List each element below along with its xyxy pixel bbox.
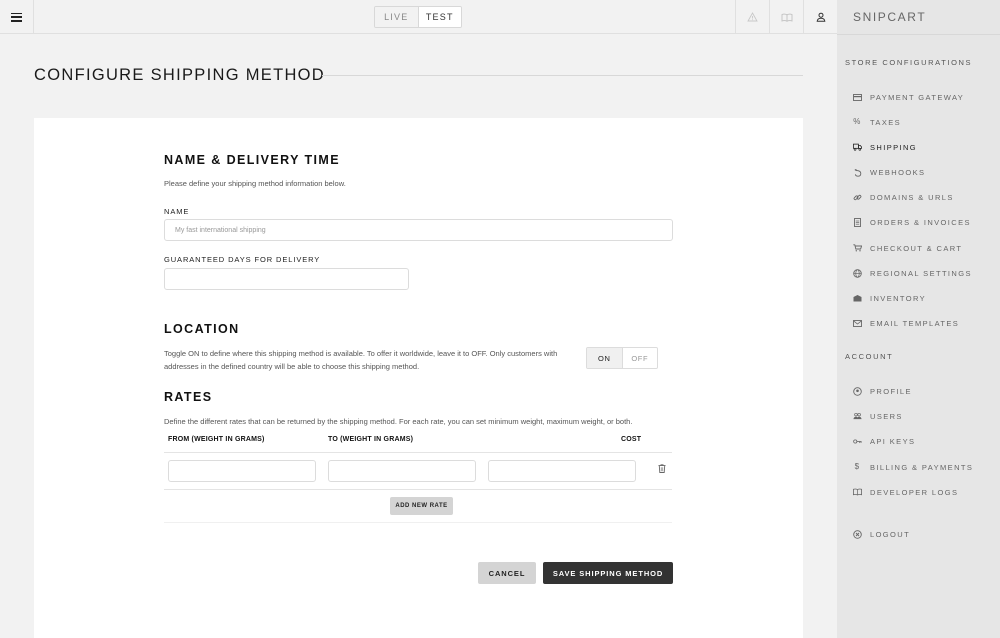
sidebar-item-orders-invoices[interactable]: ORDERS & INVOICES [853,216,971,228]
menu-button[interactable] [0,0,34,34]
sidebar-item-label: PAYMENT GATEWAY [870,92,965,102]
store-configurations-heading: STORE CONFIGURATIONS [845,58,973,67]
profile-icon [853,386,862,396]
warning-icon [747,12,758,22]
sidebar-item-label: DOMAINS & URLS [870,192,954,202]
sidebar-item-label: API KEYS [870,436,916,446]
sidebar-item-label: TAXES [870,117,902,127]
brand-name: SNIPCART [853,10,927,24]
sidebar-item-label: CHECKOUT & CART [870,243,963,253]
account-button[interactable] [803,0,837,34]
sidebar-item-label: REGIONAL SETTINGS [870,268,972,278]
sidebar-item-users[interactable]: USERS [853,410,903,422]
sidebar-item-developer-logs[interactable]: DEVELOPER LOGS [853,486,958,498]
top-icon-group [735,0,837,34]
account-heading: ACCOUNT [845,352,894,361]
live-test-toggle: LIVE TEST [374,6,462,28]
logout-icon [853,529,862,539]
sidebar-item-taxes[interactable]: % TAXES [853,116,901,128]
sidebar-item-billing-payments[interactable]: $ BILLING & PAYMENTS [853,461,973,473]
brand-divider [837,34,1000,35]
sidebar-item-label: BILLING & PAYMENTS [870,462,974,472]
inventory-icon [853,294,862,303]
sidebar-item-label: DEVELOPER LOGS [870,487,959,497]
sidebar-item-label: LOGOUT [870,529,911,539]
sidebar-item-shipping[interactable]: SHIPPING [853,141,917,153]
envelope-icon [853,319,862,328]
credit-card-icon [853,93,862,102]
user-icon [816,12,825,22]
form-actions: CANCEL SAVE SHIPPING METHOD [164,118,673,588]
cart-icon [853,244,862,253]
book-icon [781,13,792,22]
sidebar-item-api-keys[interactable]: API KEYS [853,435,915,447]
sidebar: SNIPCART STORE CONFIGURATIONS PAYMENT GA… [837,0,1000,638]
sidebar-item-payment-gateway[interactable]: PAYMENT GATEWAY [853,91,964,103]
sidebar-item-domains-urls[interactable]: DOMAINS & URLS [853,191,954,203]
sidebar-item-label: USERS [870,411,903,421]
cancel-button[interactable]: CANCEL [478,562,536,584]
sidebar-item-checkout-cart[interactable]: CHECKOUT & CART [853,242,962,254]
sidebar-item-regional-settings[interactable]: REGIONAL SETTINGS [853,267,972,279]
dollar-icon: $ [854,462,861,471]
users-icon [853,412,862,421]
invoice-icon [853,217,862,227]
sidebar-item-label: WEBHOOKS [870,167,926,177]
sidebar-item-email-templates[interactable]: EMAIL TEMPLATES [853,317,959,329]
sidebar-item-label: PROFILE [870,386,912,396]
test-mode-option[interactable]: TEST [417,7,461,27]
live-mode-option[interactable]: LIVE [375,7,418,27]
hamburger-icon [11,12,22,22]
hook-icon [853,168,862,177]
sidebar-item-profile[interactable]: PROFILE [853,385,912,397]
truck-icon [853,143,862,152]
link-icon [853,193,862,202]
docs-button[interactable] [769,0,803,34]
sidebar-item-label: ORDERS & INVOICES [870,217,971,227]
sidebar-item-logout[interactable]: LOGOUT [853,528,910,540]
page-title: CONFIGURE SHIPPING METHOD [34,66,326,84]
title-divider [322,75,803,76]
globe-icon [853,268,862,278]
key-icon [853,437,862,446]
sidebar-item-inventory[interactable]: INVENTORY [853,292,926,304]
shipping-form-card: NAME & DELIVERY TIME Please define your … [34,118,803,638]
book-icon [853,488,862,497]
sidebar-item-label: INVENTORY [870,293,927,303]
sidebar-item-label: SHIPPING [870,142,918,152]
sidebar-item-webhooks[interactable]: WEBHOOKS [853,166,925,178]
save-shipping-method-button[interactable]: SAVE SHIPPING METHOD [543,562,673,584]
sidebar-item-label: EMAIL TEMPLATES [870,318,960,328]
percent-icon: % [853,117,862,126]
top-bar: LIVE TEST [0,0,837,34]
alerts-button[interactable] [735,0,769,34]
